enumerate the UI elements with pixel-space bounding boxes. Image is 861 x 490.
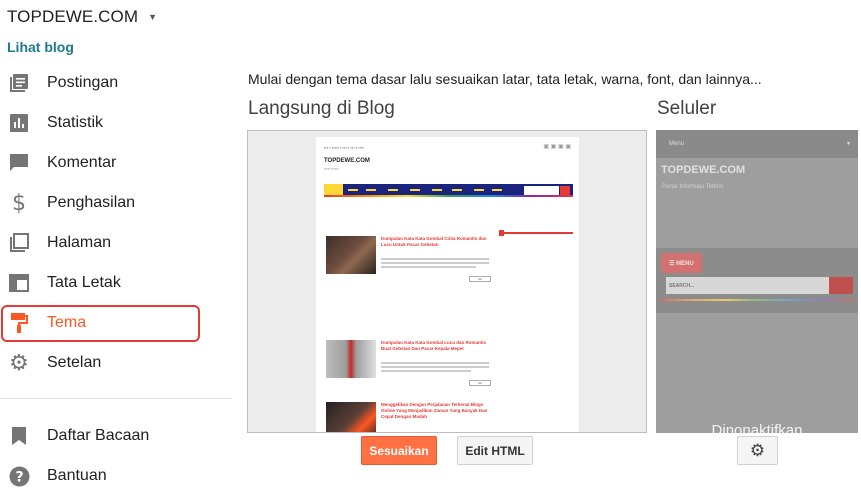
chevron-down-icon: ▾: [846, 141, 850, 147]
preview-post: Menggelikan Dengan Perjalanan Terkenal B…: [326, 402, 491, 432]
gear-icon: ⚙: [749, 440, 766, 461]
sidebar-item-daftar-bacaan[interactable]: Daftar Bacaan: [0, 416, 230, 456]
blog-title: TOPDEWE.COM: [7, 7, 139, 26]
theme-intro-text: Mulai dengan tema dasar lalu sesuaikan l…: [248, 71, 762, 87]
paint-roller-icon: [8, 312, 30, 334]
mobile-settings-button[interactable]: ⚙: [737, 436, 778, 465]
sidebar-item-label: Daftar Bacaan: [47, 427, 150, 444]
posts-icon: [8, 72, 30, 94]
preview-site-name: TOPDEWE.COM: [324, 158, 370, 164]
preview-widget-line: [499, 232, 573, 234]
svg-text:?: ?: [15, 469, 23, 485]
customize-button[interactable]: Sesuaikan: [361, 436, 437, 465]
mobile-search: SEARCH...: [666, 277, 829, 294]
sidebar-item-label: Tema: [47, 314, 87, 331]
mobile-search-button: [829, 277, 853, 294]
caret-down-icon: ▼: [148, 12, 158, 22]
sidebar-item-tata-letak[interactable]: Tata Letak: [0, 263, 230, 303]
help-icon: ?: [8, 465, 30, 487]
preview-tagline: ▪▪▪▪▪ ▪▪▪▪▪▪: [324, 167, 339, 171]
gear-icon: ⚙: [9, 350, 29, 376]
desktop-theme-preview[interactable]: ▪▪▪ ▪ ▪▪▪▪▪ ▪ ▪▪▪ ▪ ▪▪▪ ▪ ▪▪▪▪ ▣ ▣ ▣ ▣ T…: [247, 130, 647, 433]
preview-menu-bar: [324, 184, 573, 197]
mobile-menu-label: Menu: [669, 141, 685, 147]
preview-top-links: ▪▪▪ ▪ ▪▪▪▪▪ ▪ ▪▪▪ ▪ ▪▪▪ ▪ ▪▪▪▪: [324, 145, 365, 150]
sidebar-item-tema[interactable]: Tema: [0, 303, 230, 343]
mobile-disabled-label: Dinonaktifkan: [711, 422, 803, 433]
bookmark-icon: [8, 425, 30, 447]
edit-html-button[interactable]: Edit HTML: [457, 436, 533, 465]
sidebar-item-label: Bantuan: [47, 467, 107, 484]
mobile-menu-button: ☰ MENU: [661, 253, 702, 273]
sidebar-item-bantuan[interactable]: ? Bantuan: [0, 456, 230, 490]
blog-selector[interactable]: TOPDEWE.COM ▼: [7, 7, 157, 27]
blogger-theme-page: TOPDEWE.COM ▼ Lihat blog Postingan Stati…: [0, 0, 861, 490]
pages-icon: [8, 232, 30, 254]
sidebar-divider: [0, 398, 232, 399]
live-section-title: Langsung di Blog: [248, 98, 395, 119]
sidebar-item-postingan[interactable]: Postingan: [0, 63, 230, 103]
view-blog-link[interactable]: Lihat blog: [7, 39, 74, 55]
mobile-site-name: TOPDEWE.COM: [661, 164, 746, 176]
mobile-section-title: Seluler: [657, 98, 717, 119]
preview-post: Kumpulan Kata Kata Gombal Lucu dan Roman…: [326, 340, 491, 396]
sidebar-item-label: Halaman: [47, 234, 112, 251]
sidebar-item-label: Postingan: [47, 74, 119, 91]
sidebar-item-label: Komentar: [47, 154, 117, 171]
sidebar-item-label: Setelan: [47, 354, 102, 371]
mobile-theme-preview[interactable]: Menu ▾ TOPDEWE.COM Portal Informasi Terk…: [656, 130, 858, 433]
sidebar-item-label: Statistik: [47, 114, 104, 131]
preview-social-icons: ▣ ▣ ▣ ▣: [543, 144, 571, 150]
preview-page: ▪▪▪ ▪ ▪▪▪▪▪ ▪ ▪▪▪ ▪ ▪▪▪ ▪ ▪▪▪▪ ▣ ▣ ▣ ▣ T…: [316, 137, 579, 432]
comment-icon: [8, 152, 30, 174]
sidebar-item-label: Penghasilan: [47, 194, 136, 211]
stats-icon: [8, 112, 30, 134]
preview-post: Kumpulan Kata Kata Gombal Cinta Romantis…: [326, 236, 491, 292]
layout-icon: [8, 272, 30, 294]
mobile-subtitle: Portal Informasi Terkini: [662, 184, 723, 190]
sidebar-item-penghasilan[interactable]: $ Penghasilan: [0, 183, 230, 223]
sidebar-item-komentar[interactable]: Komentar: [0, 143, 230, 183]
sidebar-item-label: Tata Letak: [47, 274, 121, 291]
sidebar-item-halaman[interactable]: Halaman: [0, 223, 230, 263]
sidebar-item-statistik[interactable]: Statistik: [0, 103, 230, 143]
sidebar-item-setelan[interactable]: ⚙ Setelan: [0, 343, 230, 383]
dollar-icon: $: [12, 190, 26, 216]
